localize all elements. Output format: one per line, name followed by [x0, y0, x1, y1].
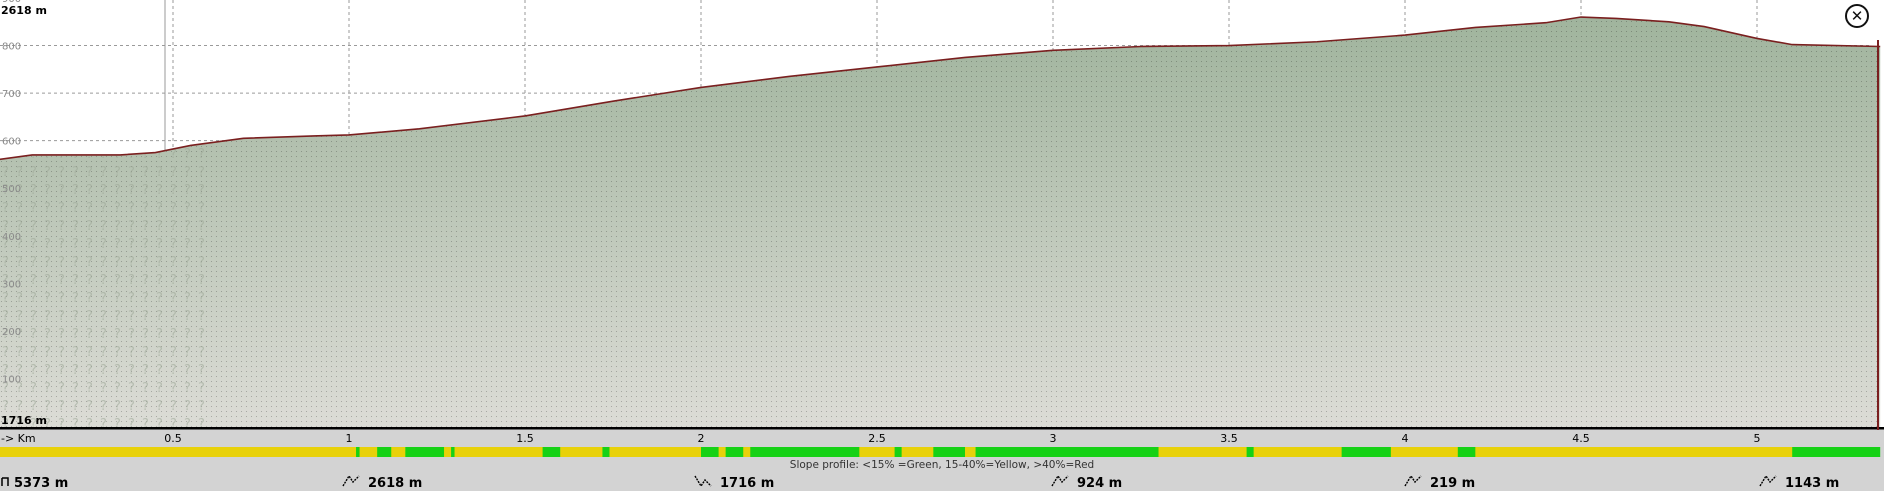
- close-button[interactable]: ✕: [1845, 4, 1869, 28]
- x-tick-label: 1.5: [516, 432, 534, 445]
- stat-value: 1716 m: [720, 476, 774, 491]
- slope-legend: Slope profile: <15% =Green, 15-40%=Yello…: [790, 459, 1094, 471]
- x-tick-label: 4: [1402, 432, 1409, 445]
- slope-segment: [894, 447, 902, 457]
- stat-value: 2618 m: [368, 476, 422, 491]
- slope-segment: [1475, 447, 1793, 457]
- max-elevation-label: 2618 m: [1, 4, 47, 17]
- slope-segment: [1464, 447, 1472, 457]
- slope-segment: [0, 447, 159, 457]
- y-tick-label: 300: [2, 279, 21, 290]
- slope-segment: [391, 447, 406, 457]
- y-tick-label: 700: [2, 89, 21, 100]
- y-tick-label: 400: [2, 232, 21, 243]
- slope-segment: [1264, 447, 1342, 457]
- slope-segment: [1053, 447, 1159, 457]
- slope-segment: [718, 447, 726, 457]
- stat-value: 924 m: [1077, 476, 1122, 491]
- y-tick-label: 500: [2, 184, 21, 195]
- slope-segment: [1792, 447, 1881, 457]
- x-tick-label: 3.5: [1220, 432, 1238, 445]
- x-tick-label: 0.5: [164, 432, 182, 445]
- slope-segment: [922, 447, 934, 457]
- y-tick-label: 200: [2, 327, 21, 338]
- slope-segment: [743, 447, 751, 457]
- close-icon: ✕: [1850, 6, 1864, 25]
- x-tick-label: 2.5: [868, 432, 886, 445]
- stat-value: 5373 m: [14, 476, 68, 491]
- terrain-area: [0, 16, 1881, 428]
- profile-end-marker: [1877, 40, 1879, 430]
- elevation-profile-chart: ? 900800700600500400300200100 2618 m 171…: [0, 0, 1884, 491]
- stat-value: 219 m: [1430, 476, 1475, 491]
- x-tick-label: 5: [1754, 432, 1761, 445]
- slope-segment: [454, 447, 508, 457]
- x-tick-label: 3: [1050, 432, 1057, 445]
- stat-value: 1143 m: [1785, 476, 1839, 491]
- slope-segment: [1341, 447, 1391, 457]
- x-axis-line: [0, 427, 1884, 430]
- min-elevation-label: 1716 m: [1, 414, 47, 427]
- slope-segment: [155, 447, 357, 457]
- slope-segment: [1246, 447, 1254, 457]
- y-tick-label: 100: [2, 374, 21, 385]
- km-axis-label: -> Km: [1, 432, 36, 445]
- y-axis-labels: 900800700600500400300200100: [2, 0, 21, 385]
- x-tick-label: 4.5: [1572, 432, 1590, 445]
- slope-profile-bar: [0, 447, 1881, 457]
- slope-segment: [444, 447, 452, 457]
- slope-segment: [1390, 447, 1458, 457]
- slope-segment: [359, 447, 378, 457]
- terrain-texture: [0, 17, 1881, 428]
- y-tick-label: 600: [2, 137, 21, 148]
- slope-segment: [602, 447, 610, 457]
- slope-segment: [929, 447, 1053, 457]
- x-tick-label: 2: [698, 432, 705, 445]
- x-tick-label: 1: [346, 432, 353, 445]
- y-tick-label: 800: [2, 42, 21, 53]
- slope-segment: [965, 447, 976, 457]
- slope-segment: [542, 447, 561, 457]
